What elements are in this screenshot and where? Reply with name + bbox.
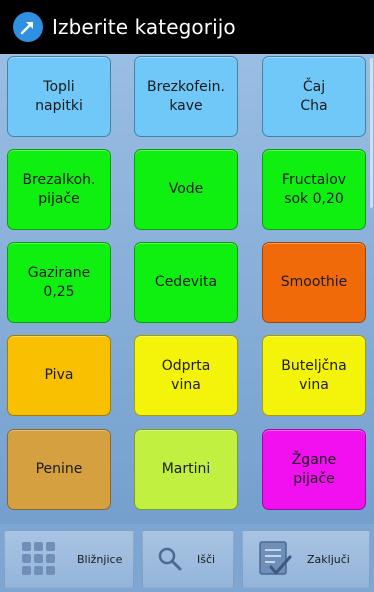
bottom-bar: Bližnjice Išči Zaključi	[0, 524, 374, 592]
grid-icon	[21, 541, 57, 577]
category-tile-martini[interactable]: Martini	[134, 429, 238, 510]
search-label: Išči	[197, 552, 216, 566]
shortcuts-button[interactable]: Bližnjice	[4, 530, 134, 588]
search-button[interactable]: Išči	[142, 530, 234, 588]
category-tile-caj-cha[interactable]: Čaj Cha	[262, 56, 366, 137]
arrow-icon[interactable]	[13, 12, 43, 42]
category-tile-vode[interactable]: Vode	[134, 149, 238, 230]
close-order-label: Zaključi	[307, 552, 350, 566]
scrollbar[interactable]	[370, 58, 373, 208]
category-tile-gazirane-0-25[interactable]: Gazirane 0,25	[7, 242, 111, 323]
shortcuts-label: Bližnjice	[77, 552, 123, 566]
category-tile-brezkofein-kave[interactable]: Brezkofein. kave	[134, 56, 238, 137]
category-tile-buteljcna-vina[interactable]: Buteljčna vina	[262, 335, 366, 416]
category-tile-smoothie[interactable]: Smoothie	[262, 242, 366, 323]
category-tile-zgane-pijace[interactable]: Žgane pijače	[262, 429, 366, 510]
category-tile-penine[interactable]: Penine	[7, 429, 111, 510]
category-tile-topli-napitki[interactable]: Topli napitki	[7, 56, 111, 137]
checklist-icon	[257, 539, 293, 579]
category-tile-piva[interactable]: Piva	[7, 335, 111, 416]
close-order-button[interactable]: Zaključi	[242, 530, 370, 588]
category-tile-brezalkoh-pijace[interactable]: Brezalkoh. pijače	[7, 149, 111, 230]
category-tile-cedevita[interactable]: Cedevita	[134, 242, 238, 323]
category-tile-fructalov-sok-0-20[interactable]: Fructalov sok 0,20	[262, 149, 366, 230]
category-grid: Topli napitki Brezkofein. kave Čaj Cha Brez…	[0, 54, 374, 524]
app-bar: Izberite kategorijo	[0, 0, 374, 54]
search-icon	[157, 546, 183, 572]
category-tile-odprta-vina[interactable]: Odprta vina	[134, 335, 238, 416]
page-title: Izberite kategorijo	[52, 15, 236, 39]
